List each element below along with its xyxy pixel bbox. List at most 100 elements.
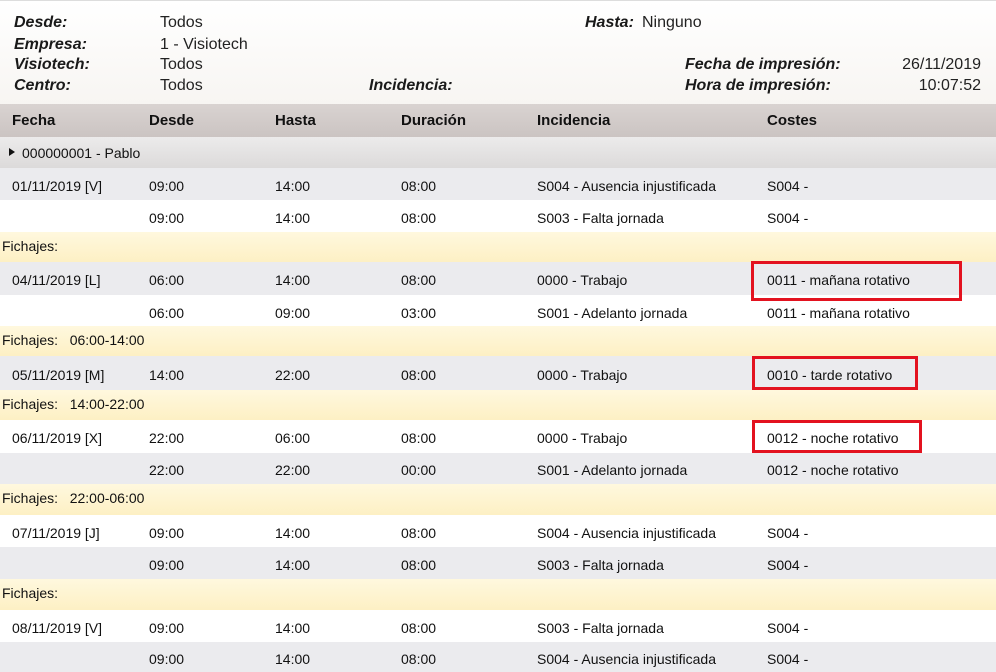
column-incidencia[interactable]: Incidencia bbox=[537, 112, 610, 129]
cell-hasta: 14:00 bbox=[275, 557, 311, 573]
cell-duracion: 08:00 bbox=[401, 620, 437, 636]
employee-group-row[interactable]: 000000001 - Pablo bbox=[0, 137, 996, 168]
cell-incidencia: S001 - Adelanto jornada bbox=[537, 462, 688, 478]
fichajes-row: Fichajes: 06:00-14:00 bbox=[0, 326, 996, 356]
hora-impresion-value: 10:07:52 bbox=[918, 77, 981, 94]
table-column-header: Fecha Desde Hasta Duración Incidencia Co… bbox=[0, 104, 996, 138]
fichajes-label: Fichajes: 06:00-14:00 bbox=[2, 332, 145, 348]
cell-incidencia: S003 - Falta jornada bbox=[537, 557, 664, 573]
cell-costes: S004 - bbox=[767, 651, 809, 667]
fichajes-row: Fichajes: 22:00-06:00 bbox=[0, 484, 996, 515]
cell-incidencia: S001 - Adelanto jornada bbox=[537, 305, 688, 321]
cell-costes: S004 - bbox=[767, 210, 809, 226]
centro-label: Centro: bbox=[14, 77, 71, 94]
cell-duracion: 08:00 bbox=[401, 430, 437, 446]
cell-incidencia: S004 - Ausencia injustificada bbox=[537, 178, 716, 194]
cell-duracion: 08:00 bbox=[401, 651, 437, 667]
cell-desde: 09:00 bbox=[149, 651, 185, 667]
cell-costes: S004 - bbox=[767, 557, 809, 573]
cell-desde: 09:00 bbox=[149, 620, 185, 636]
expand-triangle-icon[interactable] bbox=[9, 148, 15, 156]
cell-duracion: 08:00 bbox=[401, 557, 437, 573]
cell-duracion: 08:00 bbox=[401, 525, 437, 541]
fecha-impresion-value: 26/11/2019 bbox=[902, 56, 981, 73]
centro-value: Todos bbox=[160, 77, 203, 94]
cell-desde: 22:00 bbox=[149, 430, 185, 446]
table-row[interactable]: 09:00 14:00 08:00 S003 - Falta jornada S… bbox=[0, 200, 996, 232]
cell-hasta: 14:00 bbox=[275, 210, 311, 226]
column-costes[interactable]: Costes bbox=[767, 112, 817, 129]
cell-incidencia: S003 - Falta jornada bbox=[537, 620, 664, 636]
hora-impresion-label: Hora de impresión: bbox=[685, 77, 831, 94]
fichajes-label: Fichajes: bbox=[2, 238, 59, 254]
empresa-label: Empresa: bbox=[14, 36, 87, 53]
fichajes-row: Fichajes: bbox=[0, 579, 996, 610]
cell-incidencia: 0000 - Trabajo bbox=[537, 272, 628, 288]
table-row[interactable]: 07/11/2019 [J] 09:00 14:00 08:00 S004 - … bbox=[0, 515, 996, 547]
cell-incidencia: 0000 - Trabajo bbox=[537, 367, 628, 383]
visiotech-value: Todos bbox=[160, 56, 203, 73]
report-header: Desde: Todos Empresa: 1 - Visiotech Visi… bbox=[0, 0, 996, 105]
cell-fecha: 05/11/2019 [M] bbox=[12, 367, 105, 383]
cell-duracion: 03:00 bbox=[401, 305, 437, 321]
cell-costes: 0012 - noche rotativo bbox=[767, 462, 899, 478]
cell-costes: S004 - bbox=[767, 178, 809, 194]
highlight-box-manana bbox=[751, 261, 962, 301]
column-fecha[interactable]: Fecha bbox=[12, 112, 55, 129]
hasta-value: Ninguno bbox=[642, 14, 702, 31]
cell-costes: S004 - bbox=[767, 620, 809, 636]
visiotech-label: Visiotech: bbox=[14, 56, 90, 73]
cell-hasta: 06:00 bbox=[275, 430, 311, 446]
cell-hasta: 22:00 bbox=[275, 462, 311, 478]
cell-desde: 06:00 bbox=[149, 272, 185, 288]
highlight-box-noche bbox=[752, 420, 922, 453]
cell-desde: 09:00 bbox=[149, 210, 185, 226]
cell-incidencia: 0000 - Trabajo bbox=[537, 430, 628, 446]
cell-hasta: 14:00 bbox=[275, 525, 311, 541]
cell-duracion: 00:00 bbox=[401, 462, 437, 478]
cell-duracion: 08:00 bbox=[401, 367, 437, 383]
cell-incidencia: S004 - Ausencia injustificada bbox=[537, 651, 716, 667]
cell-fecha: 04/11/2019 [L] bbox=[12, 272, 101, 288]
cell-duracion: 08:00 bbox=[401, 210, 437, 226]
cell-desde: 09:00 bbox=[149, 178, 185, 194]
employee-group-label: 000000001 - Pablo bbox=[22, 145, 141, 161]
column-duracion[interactable]: Duración bbox=[401, 112, 466, 129]
fichajes-label: Fichajes: 14:00-22:00 bbox=[2, 396, 145, 412]
cell-desde: 09:00 bbox=[149, 557, 185, 573]
highlight-box-tarde bbox=[752, 356, 918, 390]
cell-hasta: 09:00 bbox=[275, 305, 311, 321]
cell-duracion: 08:00 bbox=[401, 272, 437, 288]
fecha-impresion-label: Fecha de impresión: bbox=[685, 56, 841, 73]
cell-fecha: 06/11/2019 [X] bbox=[12, 430, 103, 446]
cell-incidencia: S004 - Ausencia injustificada bbox=[537, 525, 716, 541]
incidencia-label: Incidencia: bbox=[369, 77, 453, 94]
cell-incidencia: S003 - Falta jornada bbox=[537, 210, 664, 226]
fichajes-label: Fichajes: 22:00-06:00 bbox=[2, 490, 145, 506]
cell-desde: 14:00 bbox=[149, 367, 185, 383]
fichajes-row: Fichajes: bbox=[0, 232, 996, 262]
cell-fecha: 07/11/2019 [J] bbox=[12, 525, 100, 541]
cell-hasta: 14:00 bbox=[275, 272, 311, 288]
cell-desde: 09:00 bbox=[149, 525, 185, 541]
empresa-value: 1 - Visiotech bbox=[160, 36, 248, 53]
desde-value: Todos bbox=[160, 14, 203, 31]
cell-hasta: 14:00 bbox=[275, 178, 311, 194]
cell-fecha: 08/11/2019 [V] bbox=[12, 620, 103, 636]
table-row[interactable]: 22:00 22:00 00:00 S001 - Adelanto jornad… bbox=[0, 453, 996, 484]
cell-hasta: 22:00 bbox=[275, 367, 311, 383]
cell-desde: 22:00 bbox=[149, 462, 185, 478]
column-desde[interactable]: Desde bbox=[149, 112, 194, 129]
cell-hasta: 14:00 bbox=[275, 620, 311, 636]
column-hasta[interactable]: Hasta bbox=[275, 112, 316, 129]
table-row[interactable]: 01/11/2019 [V] 09:00 14:00 08:00 S004 - … bbox=[0, 168, 996, 200]
cell-duracion: 08:00 bbox=[401, 178, 437, 194]
table-row[interactable]: 08/11/2019 [V] 09:00 14:00 08:00 S003 - … bbox=[0, 610, 996, 642]
fichajes-label: Fichajes: bbox=[2, 585, 59, 601]
hasta-label: Hasta: bbox=[585, 14, 634, 31]
cell-costes: 0011 - mañana rotativo bbox=[767, 305, 910, 321]
cell-hasta: 14:00 bbox=[275, 651, 311, 667]
cell-costes: S004 - bbox=[767, 525, 809, 541]
table-row[interactable]: 09:00 14:00 08:00 S003 - Falta jornada S… bbox=[0, 547, 996, 579]
table-row[interactable]: 09:00 14:00 08:00 S004 - Ausencia injust… bbox=[0, 642, 996, 672]
